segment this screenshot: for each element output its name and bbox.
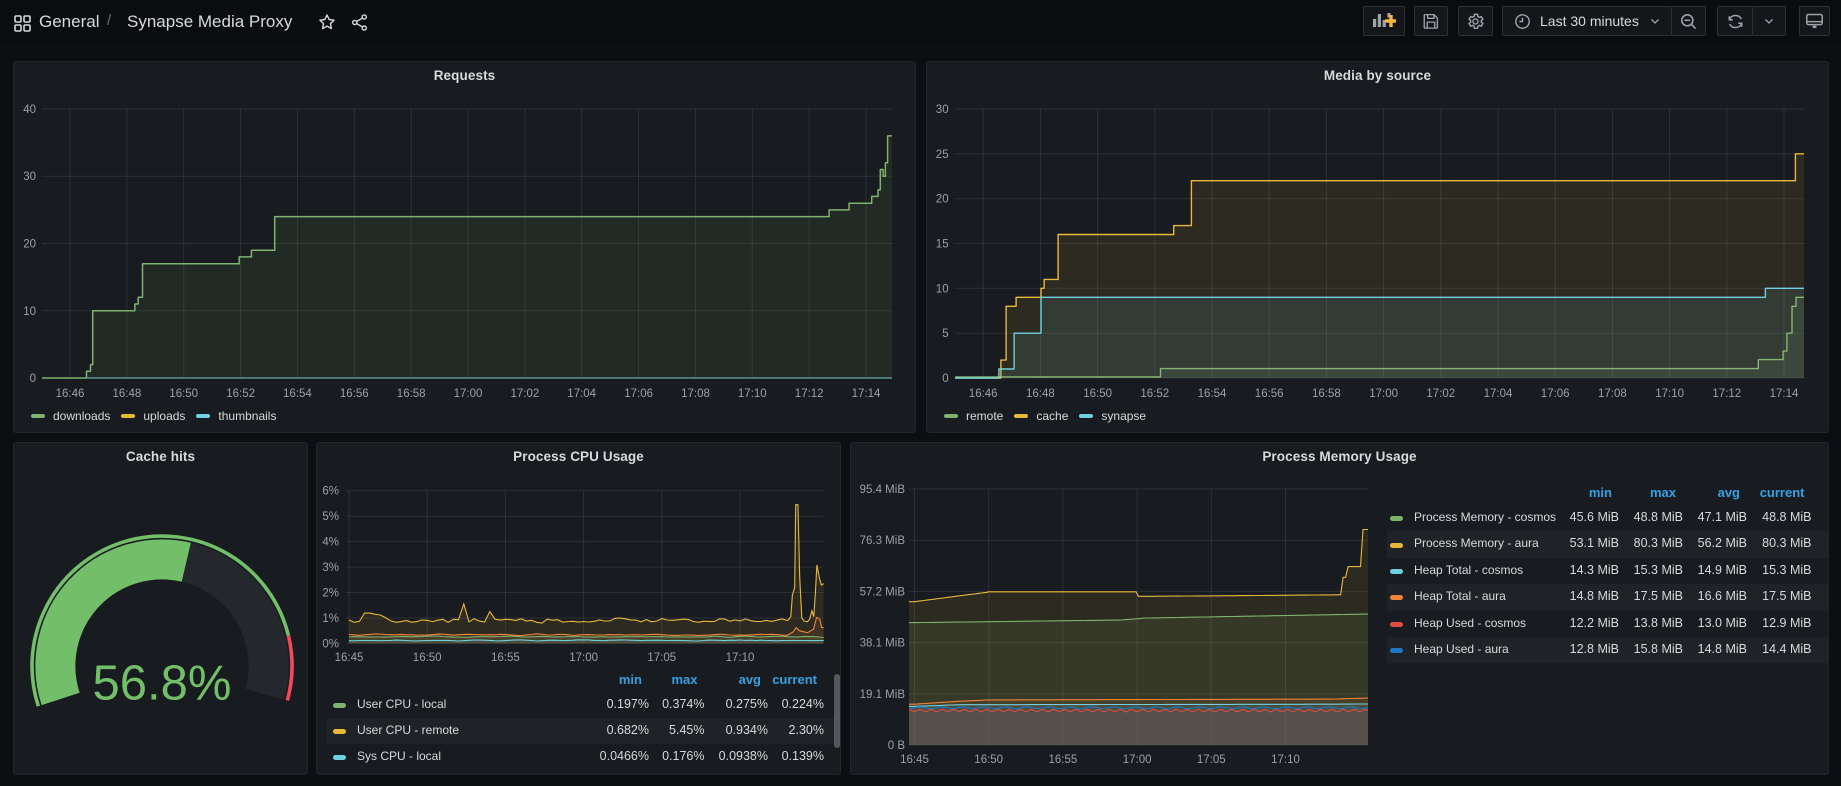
svg-text:38.1 MiB: 38.1 MiB bbox=[860, 638, 906, 650]
svg-text:25: 25 bbox=[936, 149, 949, 161]
svg-text:56.8%: 56.8% bbox=[93, 657, 232, 711]
svg-text:10: 10 bbox=[936, 283, 949, 295]
svg-text:16:48: 16:48 bbox=[113, 388, 142, 400]
svg-text:16:56: 16:56 bbox=[1255, 388, 1284, 400]
svg-text:16:46: 16:46 bbox=[56, 388, 85, 400]
svg-text:17:00: 17:00 bbox=[1123, 754, 1152, 766]
svg-text:6%: 6% bbox=[322, 486, 339, 498]
svg-text:10: 10 bbox=[23, 306, 36, 318]
svg-text:17:06: 17:06 bbox=[1541, 388, 1570, 400]
svg-text:0: 0 bbox=[942, 373, 948, 385]
svg-text:4%: 4% bbox=[322, 537, 339, 549]
svg-text:17:04: 17:04 bbox=[567, 388, 596, 400]
svg-text:16:54: 16:54 bbox=[283, 388, 312, 400]
svg-text:17:00: 17:00 bbox=[1369, 388, 1398, 400]
svg-text:16:50: 16:50 bbox=[1083, 388, 1112, 400]
svg-text:16:52: 16:52 bbox=[226, 388, 255, 400]
svg-text:17:14: 17:14 bbox=[1770, 388, 1799, 400]
svg-text:19.1 MiB: 19.1 MiB bbox=[860, 689, 906, 701]
svg-text:17:08: 17:08 bbox=[681, 388, 710, 400]
svg-text:17:00: 17:00 bbox=[569, 652, 598, 664]
svg-text:20: 20 bbox=[936, 194, 949, 206]
svg-text:2%: 2% bbox=[322, 588, 339, 600]
svg-text:17:06: 17:06 bbox=[624, 388, 653, 400]
svg-text:16:48: 16:48 bbox=[1026, 388, 1055, 400]
svg-text:95.4 MiB: 95.4 MiB bbox=[860, 484, 906, 496]
svg-text:76.3 MiB: 76.3 MiB bbox=[860, 535, 906, 547]
svg-text:16:55: 16:55 bbox=[1049, 754, 1078, 766]
svg-text:16:45: 16:45 bbox=[900, 754, 929, 766]
svg-text:3%: 3% bbox=[322, 562, 339, 574]
svg-text:16:55: 16:55 bbox=[491, 652, 520, 664]
svg-text:5%: 5% bbox=[322, 511, 339, 523]
svg-text:57.2 MiB: 57.2 MiB bbox=[860, 586, 906, 598]
svg-text:17:05: 17:05 bbox=[1197, 754, 1226, 766]
svg-text:16:45: 16:45 bbox=[335, 652, 364, 664]
svg-text:16:54: 16:54 bbox=[1198, 388, 1227, 400]
svg-text:16:46: 16:46 bbox=[969, 388, 998, 400]
svg-text:16:50: 16:50 bbox=[169, 388, 198, 400]
svg-text:0: 0 bbox=[30, 373, 36, 385]
svg-text:17:08: 17:08 bbox=[1598, 388, 1627, 400]
svg-text:17:14: 17:14 bbox=[852, 388, 881, 400]
svg-text:17:00: 17:00 bbox=[454, 388, 483, 400]
svg-text:40: 40 bbox=[23, 104, 36, 116]
svg-text:15: 15 bbox=[936, 239, 949, 251]
svg-text:16:52: 16:52 bbox=[1140, 388, 1169, 400]
svg-text:1%: 1% bbox=[322, 613, 339, 625]
svg-text:16:56: 16:56 bbox=[340, 388, 369, 400]
svg-text:17:10: 17:10 bbox=[1655, 388, 1684, 400]
svg-text:17:04: 17:04 bbox=[1484, 388, 1513, 400]
svg-text:17:05: 17:05 bbox=[647, 652, 676, 664]
svg-text:20: 20 bbox=[23, 239, 36, 251]
svg-text:17:10: 17:10 bbox=[726, 652, 755, 664]
svg-text:0 B: 0 B bbox=[888, 740, 906, 752]
svg-text:30: 30 bbox=[936, 104, 949, 116]
svg-text:16:58: 16:58 bbox=[1312, 388, 1341, 400]
svg-text:17:10: 17:10 bbox=[738, 388, 767, 400]
svg-text:17:12: 17:12 bbox=[795, 388, 824, 400]
svg-text:30: 30 bbox=[23, 171, 36, 183]
svg-text:17:02: 17:02 bbox=[1426, 388, 1455, 400]
svg-text:17:12: 17:12 bbox=[1712, 388, 1741, 400]
svg-text:16:50: 16:50 bbox=[413, 652, 442, 664]
svg-text:5: 5 bbox=[942, 328, 948, 340]
svg-text:17:02: 17:02 bbox=[511, 388, 540, 400]
svg-text:16:58: 16:58 bbox=[397, 388, 426, 400]
svg-text:16:50: 16:50 bbox=[974, 754, 1003, 766]
svg-text:17:10: 17:10 bbox=[1271, 754, 1300, 766]
svg-text:0%: 0% bbox=[322, 638, 339, 650]
